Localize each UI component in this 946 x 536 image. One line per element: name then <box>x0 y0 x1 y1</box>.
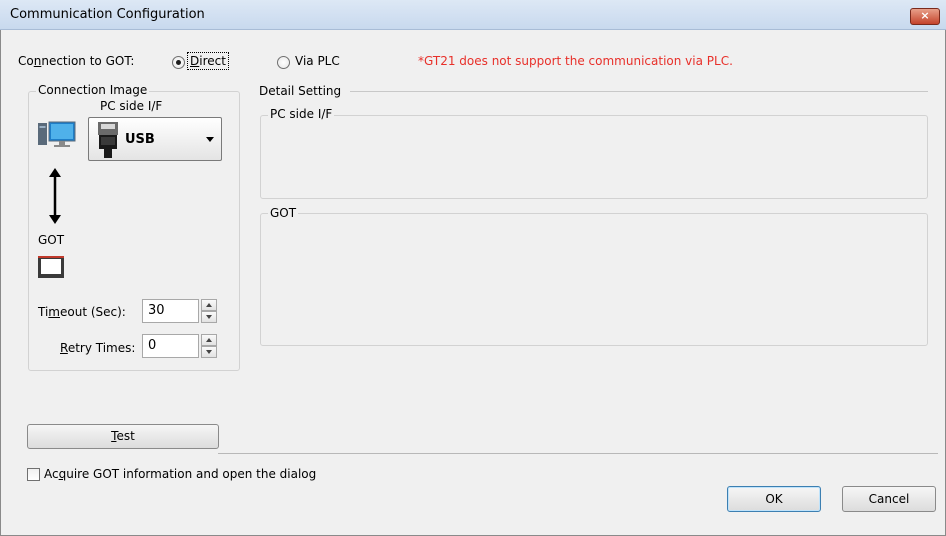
timeout-decrement-button[interactable] <box>201 311 217 323</box>
retry-increment-button[interactable] <box>201 334 217 346</box>
connection-label: Connection to GOT: <box>18 54 135 68</box>
got-group-title: GOT <box>268 206 299 220</box>
cancel-button[interactable]: Cancel <box>842 486 936 512</box>
timeout-spinner[interactable] <box>201 299 217 323</box>
timeout-input[interactable]: 30 <box>142 299 199 323</box>
pc-interface-dropdown[interactable]: USB <box>88 117 222 161</box>
retry-label: Retry Times: <box>60 341 136 355</box>
usb-connector-icon <box>98 122 118 158</box>
retry-spinner[interactable] <box>201 334 217 358</box>
via-plc-radio[interactable] <box>277 56 290 69</box>
connection-image-title: Connection Image <box>36 83 150 97</box>
timeout-increment-button[interactable] <box>201 299 217 311</box>
bidirectional-arrow-icon <box>49 168 61 224</box>
close-icon: × <box>920 9 930 22</box>
got-group <box>260 213 928 346</box>
test-button[interactable]: Test <box>27 424 219 449</box>
detail-setting-title: Detail Setting <box>259 84 342 98</box>
direct-radio-label[interactable]: Direct <box>187 52 229 70</box>
pc-icon <box>38 121 76 147</box>
via-plc-radio-label[interactable]: Via PLC <box>295 54 340 68</box>
got-label: GOT <box>38 233 65 247</box>
pc-side-label: PC side I/F <box>100 99 163 113</box>
window-title: Communication Configuration <box>10 7 205 22</box>
pc-side-group-title: PC side I/F <box>268 107 335 121</box>
gt21-note: *GT21 does not support the communication… <box>418 54 733 68</box>
acquire-got-label[interactable]: Acquire GOT information and open the dia… <box>44 467 316 481</box>
got-device-icon <box>38 256 64 278</box>
ok-button[interactable]: OK <box>727 486 821 512</box>
retry-input[interactable]: 0 <box>142 334 199 358</box>
pc-side-group <box>260 115 928 199</box>
detail-setting-divider <box>350 91 928 92</box>
title-bar: Communication Configuration × <box>0 0 946 30</box>
acquire-got-checkbox[interactable] <box>27 468 40 481</box>
retry-decrement-button[interactable] <box>201 346 217 358</box>
timeout-label: Timeout (Sec): <box>38 305 126 319</box>
close-button[interactable]: × <box>910 8 940 25</box>
pc-interface-value: USB <box>125 132 155 147</box>
bottom-separator <box>218 453 938 454</box>
dropdown-arrow-icon <box>206 137 214 142</box>
direct-radio[interactable] <box>172 56 185 69</box>
